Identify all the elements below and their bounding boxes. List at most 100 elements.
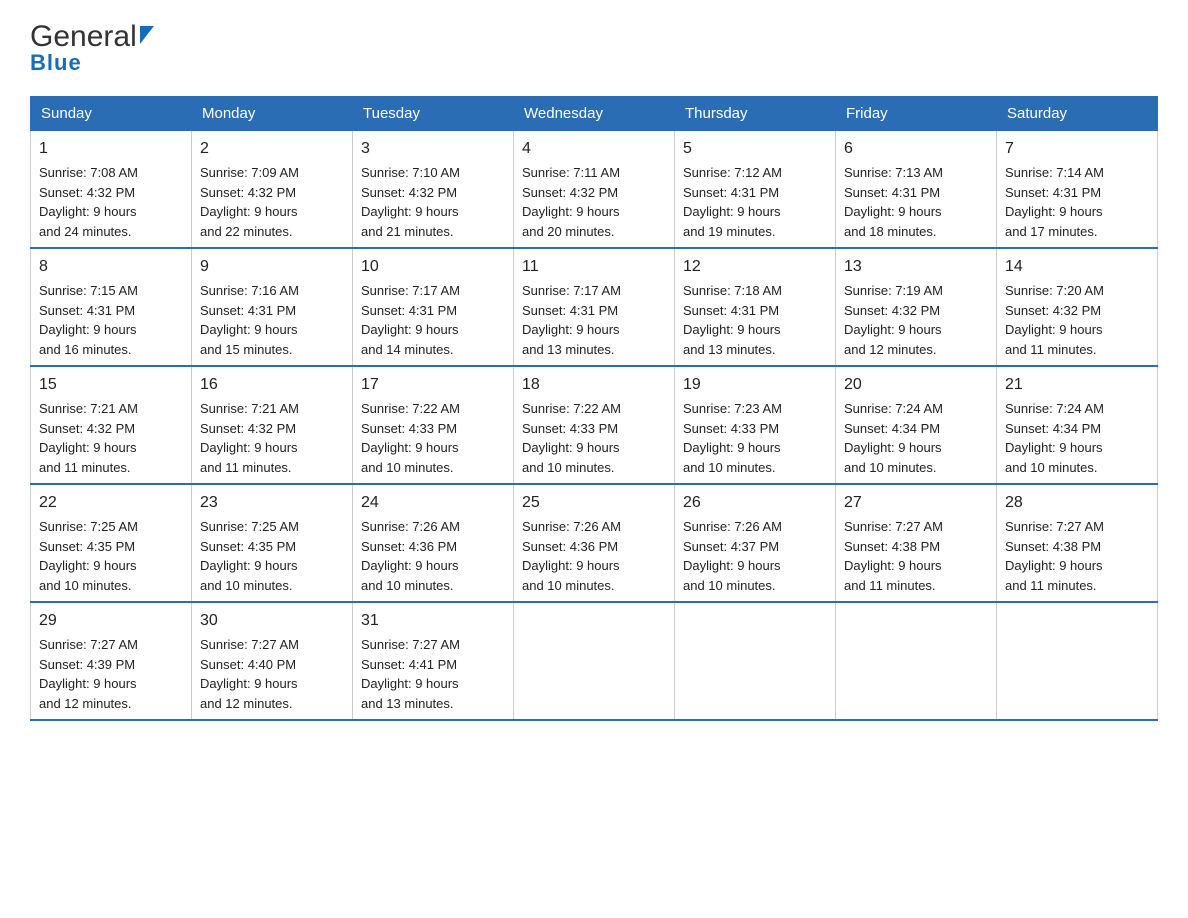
day-number: 1 (39, 137, 183, 161)
calendar-cell: 28 Sunrise: 7:27 AMSunset: 4:38 PMDaylig… (997, 484, 1158, 602)
calendar-cell (514, 602, 675, 720)
day-info: Sunrise: 7:27 AMSunset: 4:39 PMDaylight:… (39, 637, 138, 711)
day-number: 18 (522, 373, 666, 397)
day-info: Sunrise: 7:09 AMSunset: 4:32 PMDaylight:… (200, 165, 299, 239)
calendar-cell: 26 Sunrise: 7:26 AMSunset: 4:37 PMDaylig… (675, 484, 836, 602)
day-info: Sunrise: 7:24 AMSunset: 4:34 PMDaylight:… (1005, 401, 1104, 475)
day-number: 9 (200, 255, 344, 279)
calendar-week-row: 29 Sunrise: 7:27 AMSunset: 4:39 PMDaylig… (31, 602, 1158, 720)
day-number: 4 (522, 137, 666, 161)
calendar-cell: 27 Sunrise: 7:27 AMSunset: 4:38 PMDaylig… (836, 484, 997, 602)
day-number: 5 (683, 137, 827, 161)
calendar-cell: 22 Sunrise: 7:25 AMSunset: 4:35 PMDaylig… (31, 484, 192, 602)
day-number: 6 (844, 137, 988, 161)
logo-general-text: General (30, 20, 137, 54)
day-info: Sunrise: 7:17 AMSunset: 4:31 PMDaylight:… (522, 283, 621, 357)
weekday-header-thursday: Thursday (675, 97, 836, 131)
day-number: 25 (522, 491, 666, 515)
day-number: 20 (844, 373, 988, 397)
day-info: Sunrise: 7:12 AMSunset: 4:31 PMDaylight:… (683, 165, 782, 239)
calendar-cell: 25 Sunrise: 7:26 AMSunset: 4:36 PMDaylig… (514, 484, 675, 602)
day-info: Sunrise: 7:24 AMSunset: 4:34 PMDaylight:… (844, 401, 943, 475)
calendar-cell: 21 Sunrise: 7:24 AMSunset: 4:34 PMDaylig… (997, 366, 1158, 484)
day-info: Sunrise: 7:25 AMSunset: 4:35 PMDaylight:… (200, 519, 299, 593)
day-info: Sunrise: 7:27 AMSunset: 4:38 PMDaylight:… (1005, 519, 1104, 593)
weekday-header-sunday: Sunday (31, 97, 192, 131)
calendar-cell: 18 Sunrise: 7:22 AMSunset: 4:33 PMDaylig… (514, 366, 675, 484)
calendar-cell: 13 Sunrise: 7:19 AMSunset: 4:32 PMDaylig… (836, 248, 997, 366)
day-number: 8 (39, 255, 183, 279)
day-info: Sunrise: 7:20 AMSunset: 4:32 PMDaylight:… (1005, 283, 1104, 357)
day-number: 3 (361, 137, 505, 161)
day-number: 28 (1005, 491, 1149, 515)
day-number: 26 (683, 491, 827, 515)
day-info: Sunrise: 7:27 AMSunset: 4:41 PMDaylight:… (361, 637, 460, 711)
day-info: Sunrise: 7:26 AMSunset: 4:36 PMDaylight:… (361, 519, 460, 593)
day-number: 14 (1005, 255, 1149, 279)
day-info: Sunrise: 7:17 AMSunset: 4:31 PMDaylight:… (361, 283, 460, 357)
calendar-cell (836, 602, 997, 720)
calendar-cell: 1 Sunrise: 7:08 AMSunset: 4:32 PMDayligh… (31, 131, 192, 249)
day-info: Sunrise: 7:10 AMSunset: 4:32 PMDaylight:… (361, 165, 460, 239)
day-info: Sunrise: 7:15 AMSunset: 4:31 PMDaylight:… (39, 283, 138, 357)
day-number: 15 (39, 373, 183, 397)
calendar-cell: 24 Sunrise: 7:26 AMSunset: 4:36 PMDaylig… (353, 484, 514, 602)
calendar-cell: 5 Sunrise: 7:12 AMSunset: 4:31 PMDayligh… (675, 131, 836, 249)
calendar-cell: 2 Sunrise: 7:09 AMSunset: 4:32 PMDayligh… (192, 131, 353, 249)
day-number: 17 (361, 373, 505, 397)
day-info: Sunrise: 7:27 AMSunset: 4:40 PMDaylight:… (200, 637, 299, 711)
calendar-table: SundayMondayTuesdayWednesdayThursdayFrid… (30, 96, 1158, 721)
weekday-header-wednesday: Wednesday (514, 97, 675, 131)
calendar-cell: 19 Sunrise: 7:23 AMSunset: 4:33 PMDaylig… (675, 366, 836, 484)
day-info: Sunrise: 7:18 AMSunset: 4:31 PMDaylight:… (683, 283, 782, 357)
day-info: Sunrise: 7:14 AMSunset: 4:31 PMDaylight:… (1005, 165, 1104, 239)
day-number: 23 (200, 491, 344, 515)
calendar-cell (997, 602, 1158, 720)
day-number: 16 (200, 373, 344, 397)
calendar-cell: 10 Sunrise: 7:17 AMSunset: 4:31 PMDaylig… (353, 248, 514, 366)
calendar-header: SundayMondayTuesdayWednesdayThursdayFrid… (31, 97, 1158, 131)
day-info: Sunrise: 7:26 AMSunset: 4:37 PMDaylight:… (683, 519, 782, 593)
calendar-cell: 14 Sunrise: 7:20 AMSunset: 4:32 PMDaylig… (997, 248, 1158, 366)
calendar-cell: 12 Sunrise: 7:18 AMSunset: 4:31 PMDaylig… (675, 248, 836, 366)
day-info: Sunrise: 7:27 AMSunset: 4:38 PMDaylight:… (844, 519, 943, 593)
calendar-week-row: 22 Sunrise: 7:25 AMSunset: 4:35 PMDaylig… (31, 484, 1158, 602)
weekday-header-monday: Monday (192, 97, 353, 131)
logo-blue-text: Blue (30, 50, 82, 76)
day-number: 22 (39, 491, 183, 515)
calendar-cell: 7 Sunrise: 7:14 AMSunset: 4:31 PMDayligh… (997, 131, 1158, 249)
day-info: Sunrise: 7:08 AMSunset: 4:32 PMDaylight:… (39, 165, 138, 239)
day-info: Sunrise: 7:23 AMSunset: 4:33 PMDaylight:… (683, 401, 782, 475)
day-number: 31 (361, 609, 505, 633)
day-number: 13 (844, 255, 988, 279)
day-number: 24 (361, 491, 505, 515)
calendar-cell: 11 Sunrise: 7:17 AMSunset: 4:31 PMDaylig… (514, 248, 675, 366)
calendar-cell: 17 Sunrise: 7:22 AMSunset: 4:33 PMDaylig… (353, 366, 514, 484)
logo-arrow-icon (140, 26, 154, 44)
day-info: Sunrise: 7:22 AMSunset: 4:33 PMDaylight:… (522, 401, 621, 475)
day-number: 21 (1005, 373, 1149, 397)
calendar-cell: 31 Sunrise: 7:27 AMSunset: 4:41 PMDaylig… (353, 602, 514, 720)
day-number: 2 (200, 137, 344, 161)
day-number: 19 (683, 373, 827, 397)
day-info: Sunrise: 7:11 AMSunset: 4:32 PMDaylight:… (522, 165, 620, 239)
day-info: Sunrise: 7:21 AMSunset: 4:32 PMDaylight:… (39, 401, 138, 475)
calendar-week-row: 8 Sunrise: 7:15 AMSunset: 4:31 PMDayligh… (31, 248, 1158, 366)
calendar-cell: 9 Sunrise: 7:16 AMSunset: 4:31 PMDayligh… (192, 248, 353, 366)
calendar-cell: 23 Sunrise: 7:25 AMSunset: 4:35 PMDaylig… (192, 484, 353, 602)
weekday-header-tuesday: Tuesday (353, 97, 514, 131)
calendar-week-row: 15 Sunrise: 7:21 AMSunset: 4:32 PMDaylig… (31, 366, 1158, 484)
day-number: 27 (844, 491, 988, 515)
day-number: 29 (39, 609, 183, 633)
calendar-week-row: 1 Sunrise: 7:08 AMSunset: 4:32 PMDayligh… (31, 131, 1158, 249)
day-info: Sunrise: 7:25 AMSunset: 4:35 PMDaylight:… (39, 519, 138, 593)
calendar-cell: 3 Sunrise: 7:10 AMSunset: 4:32 PMDayligh… (353, 131, 514, 249)
weekday-header-friday: Friday (836, 97, 997, 131)
logo: General Blue (30, 20, 154, 76)
calendar-cell: 8 Sunrise: 7:15 AMSunset: 4:31 PMDayligh… (31, 248, 192, 366)
day-number: 12 (683, 255, 827, 279)
day-info: Sunrise: 7:26 AMSunset: 4:36 PMDaylight:… (522, 519, 621, 593)
day-info: Sunrise: 7:13 AMSunset: 4:31 PMDaylight:… (844, 165, 943, 239)
weekday-header-saturday: Saturday (997, 97, 1158, 131)
day-info: Sunrise: 7:21 AMSunset: 4:32 PMDaylight:… (200, 401, 299, 475)
